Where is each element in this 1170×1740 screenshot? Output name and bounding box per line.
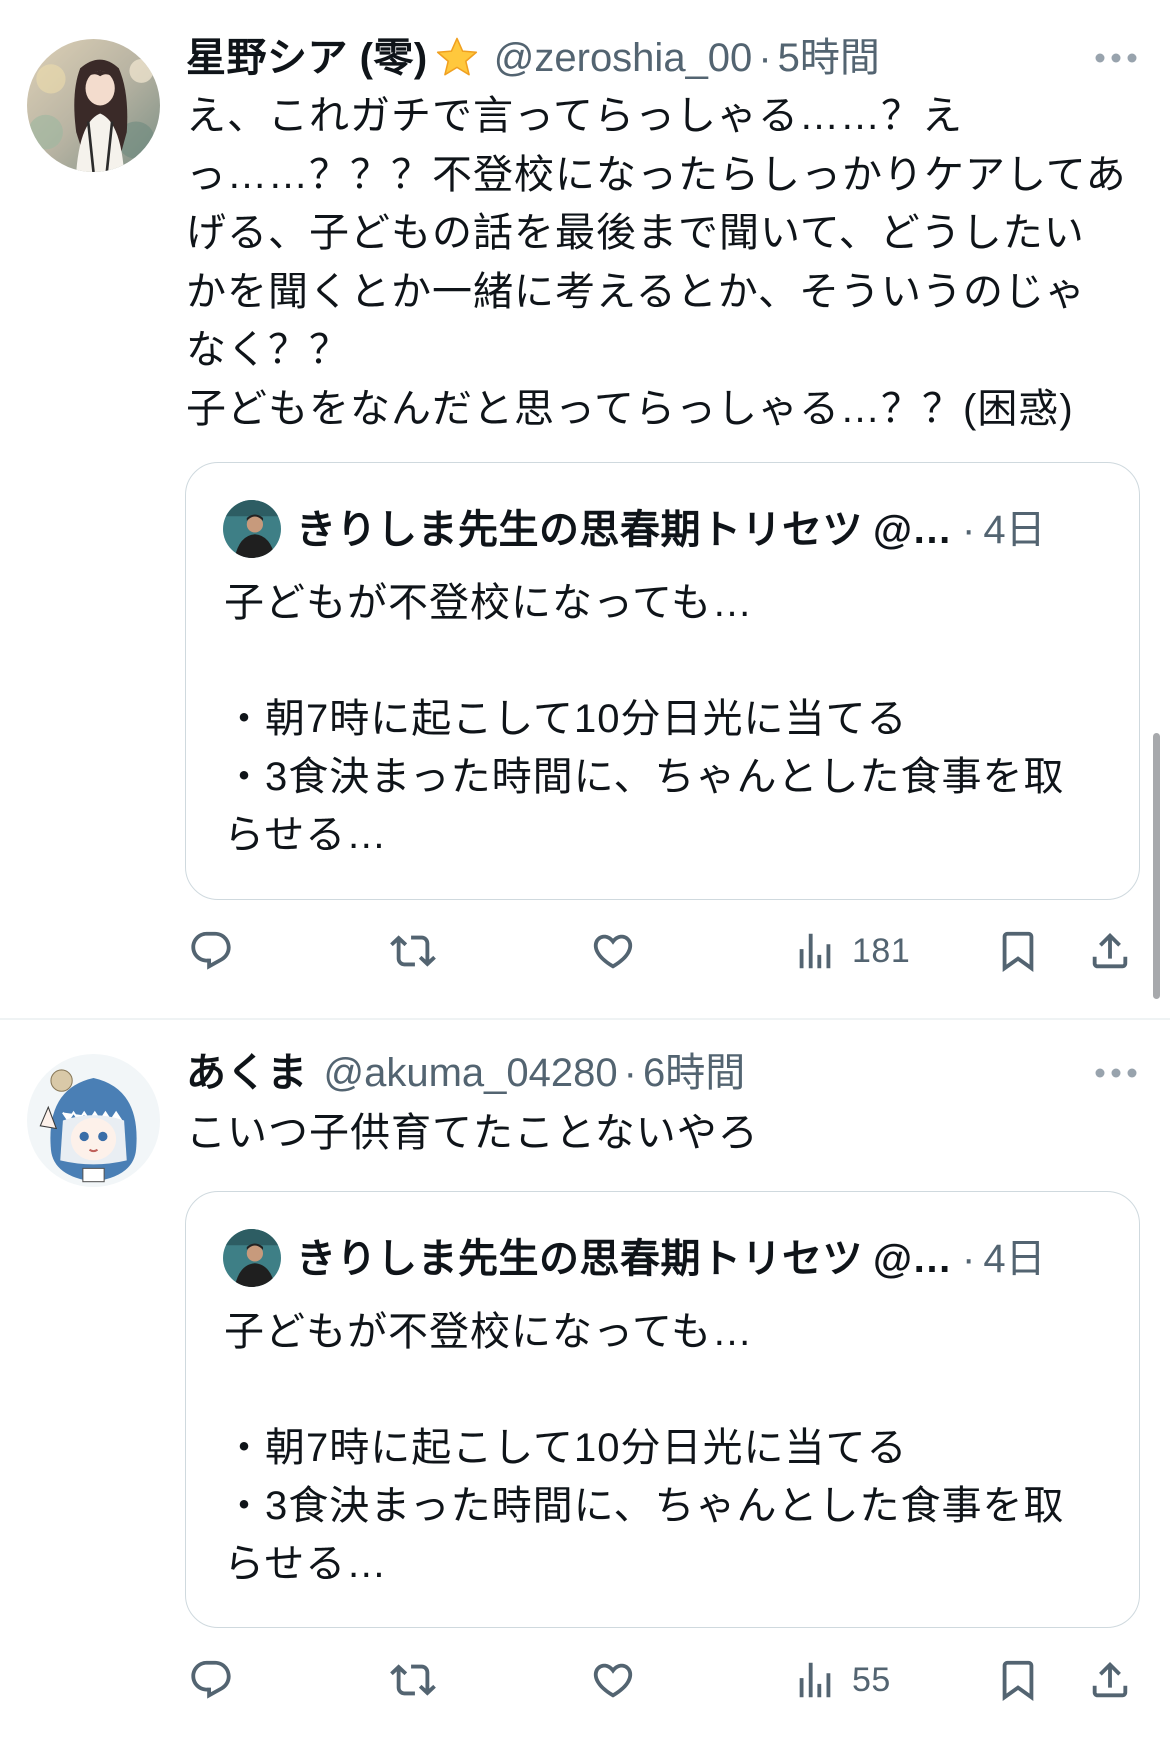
tweet-timestamp[interactable]: 5時間 bbox=[778, 31, 880, 85]
retweet-button[interactable] bbox=[390, 1655, 436, 1705]
author-handle[interactable]: @zeroshia_00 bbox=[494, 31, 753, 85]
more-options-button[interactable] bbox=[1088, 1053, 1144, 1093]
quoted-author-avatar bbox=[223, 500, 281, 558]
reply-button[interactable] bbox=[188, 1655, 234, 1705]
avatar-photo-image bbox=[223, 500, 281, 558]
avatar-anime-image bbox=[27, 1054, 160, 1187]
author-handle[interactable]: @akuma_04280 bbox=[324, 1046, 618, 1100]
quoted-text-line: 子どもが不登校になっても… bbox=[224, 581, 753, 625]
quoted-author-handle: @… bbox=[873, 508, 953, 552]
author-name[interactable]: あくま bbox=[186, 1046, 308, 1100]
separator-dot: · bbox=[623, 1051, 637, 1095]
quoted-tweet-text: 子どもが不登校になっても… ・朝7時に起こして10分日光に当てる ・3食決まった… bbox=[224, 1303, 1114, 1593]
heart-icon bbox=[593, 934, 633, 969]
quoted-text-line: ・朝7時に起こして10分日光に当てる bbox=[224, 1426, 908, 1470]
views-count: 55 bbox=[852, 1660, 891, 1699]
separator-dot: · bbox=[758, 36, 772, 80]
tweet[interactable]: 星野シア (零) @zeroshia_00 · 5時間 え、これガチで言ってらっ… bbox=[0, 0, 1170, 1018]
tweet-text-line: え、これガチで言ってらっしゃる……？え bbox=[186, 94, 963, 138]
quoted-text-line: ・3食決まった時間に、ちゃんとした食事を取 bbox=[224, 1484, 1065, 1528]
tweet-text: え、これガチで言ってらっしゃる……？え っ……？？？不登校になったらしっかりケア… bbox=[186, 87, 1161, 438]
share-icon bbox=[1092, 1661, 1128, 1698]
author-name[interactable]: 星野シア (零) bbox=[186, 31, 428, 85]
reply-button[interactable] bbox=[188, 926, 234, 976]
quoted-text-line bbox=[224, 1361, 1114, 1419]
separator-dot: · bbox=[962, 508, 976, 552]
tweet-action-bar: 55 bbox=[0, 1655, 1170, 1705]
separator-dot: · bbox=[962, 1237, 976, 1281]
quoted-tweet-header: きりしま先生の思春期トリセツ @… · 4日 bbox=[296, 503, 1046, 557]
share-button[interactable] bbox=[1087, 926, 1133, 976]
tweet-header: 星野シア (零) @zeroshia_00 · 5時間 bbox=[186, 31, 880, 85]
tweet-header: あくま @akuma_04280 · 6時間 bbox=[186, 1046, 745, 1100]
quoted-tweet-header: きりしま先生の思春期トリセツ @… · 4日 bbox=[296, 1232, 1046, 1286]
tweet-timestamp[interactable]: 6時間 bbox=[643, 1046, 745, 1100]
bar-chart-icon bbox=[799, 933, 831, 969]
bookmark-button[interactable] bbox=[995, 926, 1041, 976]
quoted-author-name: きりしま先生の思春期トリセツ bbox=[296, 508, 863, 552]
quoted-text-line: 子どもが不登校になっても… bbox=[224, 1310, 753, 1354]
avatar-photo-image bbox=[223, 1229, 281, 1287]
retweet-icon bbox=[390, 1664, 436, 1696]
tweet[interactable]: あくま @akuma_04280 · 6時間 こいつ子供育てたことないやろ きり… bbox=[0, 1020, 1170, 1740]
quoted-tweet-text: 子どもが不登校になっても… ・朝7時に起こして10分日光に当てる ・3食決まった… bbox=[224, 574, 1114, 864]
tweet-text-line: こいつ子供育てたことないやろ bbox=[186, 1111, 759, 1155]
star-emoji-icon bbox=[434, 35, 480, 81]
tweet-text: こいつ子供育てたことないやろ bbox=[186, 1104, 1161, 1163]
tweet-action-bar: 181 bbox=[0, 926, 1170, 976]
more-options-button[interactable] bbox=[1088, 38, 1144, 78]
retweet-button[interactable] bbox=[390, 926, 436, 976]
quoted-tweet[interactable]: きりしま先生の思春期トリセツ @… · 4日 子どもが不登校になっても… ・朝7… bbox=[185, 1191, 1140, 1628]
views-count: 181 bbox=[852, 931, 911, 970]
quoted-author-handle: @… bbox=[873, 1237, 953, 1281]
heart-icon bbox=[593, 1663, 633, 1698]
author-avatar[interactable] bbox=[27, 1054, 160, 1187]
views-button[interactable]: 181 bbox=[792, 926, 910, 976]
quoted-text-line: ・3食決まった時間に、ちゃんとした食事を取 bbox=[224, 755, 1065, 799]
tweet-text-line: 子どもをなんだと思ってらっしゃる…？？(困惑) bbox=[186, 386, 1074, 431]
like-button[interactable] bbox=[590, 926, 636, 976]
quoted-author-avatar bbox=[223, 1229, 281, 1287]
share-button[interactable] bbox=[1087, 1655, 1133, 1705]
reply-icon bbox=[191, 931, 231, 970]
author-avatar[interactable] bbox=[27, 39, 160, 172]
quoted-tweet[interactable]: きりしま先生の思春期トリセツ @… · 4日 子どもが不登校になっても… ・朝7… bbox=[185, 462, 1140, 900]
quoted-author-name: きりしま先生の思春期トリセツ bbox=[296, 1237, 863, 1281]
like-button[interactable] bbox=[590, 1655, 636, 1705]
bookmark-icon bbox=[1002, 1660, 1034, 1701]
scrollbar-thumb[interactable] bbox=[1153, 733, 1160, 999]
quoted-tweet-timestamp: 4日 bbox=[983, 1237, 1046, 1281]
more-horizontal-icon bbox=[1095, 1068, 1137, 1078]
tweet-text-line: なく？？ bbox=[186, 328, 350, 372]
reply-icon bbox=[191, 1660, 231, 1699]
quoted-text-line: らせる… bbox=[224, 1542, 388, 1586]
tweet-text-line: げる、子どもの話を最後まで聞いて、どうしたい bbox=[186, 211, 1085, 255]
retweet-icon bbox=[390, 935, 436, 967]
tweet-text-line: っ……？？？不登校になったらしっかりケアしてあ bbox=[186, 152, 1127, 197]
tweet-text-line: かを聞くとか一緒に考えるとか、そういうのじゃ bbox=[186, 269, 1086, 314]
share-icon bbox=[1092, 932, 1128, 969]
bookmark-button[interactable] bbox=[995, 1655, 1041, 1705]
bookmark-icon bbox=[1002, 931, 1034, 972]
quoted-tweet-timestamp: 4日 bbox=[983, 508, 1046, 552]
more-horizontal-icon bbox=[1095, 53, 1137, 63]
quoted-text-line bbox=[224, 632, 1114, 690]
views-button[interactable]: 55 bbox=[792, 1655, 891, 1705]
avatar-photo-image bbox=[27, 39, 160, 172]
quoted-text-line: ・朝7時に起こして10分日光に当てる bbox=[224, 697, 908, 741]
quoted-text-line: らせる… bbox=[224, 813, 388, 857]
bar-chart-icon bbox=[799, 1662, 831, 1698]
